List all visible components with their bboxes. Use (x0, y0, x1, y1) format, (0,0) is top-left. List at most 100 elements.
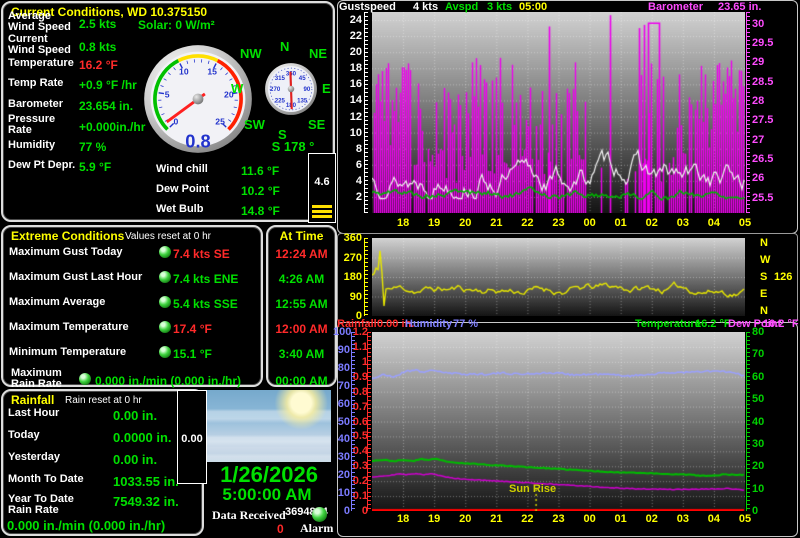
chart3-blue-tick: 80 (337, 361, 350, 374)
chart1-left-tick: 8 (355, 142, 362, 155)
cc-row-value: 0.8 kts (79, 40, 117, 54)
rain-bar-gauge: 0.00 (177, 390, 207, 484)
extreme-led-button[interactable] (159, 246, 171, 258)
extreme-row-value: 17.4 °F (173, 322, 212, 336)
extreme-row-label: Maximum Average (9, 296, 106, 308)
rainfall-row-value: 0.00 in. (113, 452, 158, 467)
current-time: 5:00:00 AM (222, 485, 312, 504)
humidity-temp-dewpoint-graph[interactable] (372, 332, 745, 511)
chart3-x-tick: 23 (552, 513, 565, 525)
cc-row-value: 23.654 in. (79, 99, 134, 113)
chart3-blue-tick: 40 (337, 433, 350, 446)
chart1-x-tick: 05 (738, 217, 752, 229)
gauge-hub (192, 93, 204, 105)
compass-dir-nw: NW (240, 46, 262, 61)
chart1-header-item: 3 kts (487, 1, 513, 13)
current-conditions-panel: Current Conditions, WD 10.375150 Solar: … (1, 1, 336, 223)
chart3-legend-name: Humidity (405, 318, 453, 330)
chart3-legend-value: 10.2 °F (763, 318, 799, 330)
chart3-blue-tick: 30 (337, 451, 350, 464)
rain-bar-value: 0.00 (181, 433, 203, 445)
rainfall-row-label: Last Hour (8, 407, 60, 419)
wind-direction-compass: 3604590135180225270315 (265, 63, 317, 115)
chart1-header-item: Barometer (648, 1, 704, 13)
alarm-led-button[interactable] (312, 507, 327, 522)
chart3-x-tick: 01 (614, 513, 627, 525)
cc-row-value: 16.2 °F (79, 58, 118, 72)
chart1-right-tick: 28 (752, 94, 765, 107)
chart3-x-tick: 03 (676, 513, 689, 525)
axis-ruler (367, 332, 371, 511)
sunrise-annotation: Sun Rise (509, 483, 557, 495)
cc-row-value: 5.9 °F (79, 160, 112, 174)
chart2-current-direction: 126 (774, 271, 793, 283)
compass-degree-number: 270 (270, 86, 281, 93)
rainfall-row-value: 0.00 in. (113, 408, 158, 423)
chart1-left-tick: 22 (349, 30, 362, 43)
at-time-title: At Time (279, 229, 324, 243)
gust-bar-segment (312, 215, 332, 218)
rain-rate-value: 0.000 in./min (0.000 in./hr) (7, 518, 166, 533)
chart1-left-tick: 2 (355, 190, 362, 203)
compass-dir-n: N (280, 39, 290, 54)
chart3-green-tick: 80 (752, 326, 765, 338)
chart3-x-tick: 22 (521, 513, 534, 525)
gauge-scale-number: 5 (165, 89, 170, 99)
axis-ruler (351, 332, 355, 511)
chart3-x-tick: 21 (490, 513, 503, 525)
compass-dir-e: E (322, 81, 331, 96)
rainfall-row-label: Yesterday (8, 451, 60, 463)
extreme-row-value: 7.4 kts SE (173, 247, 230, 261)
extreme-led-button[interactable] (79, 373, 91, 385)
rainfall-row-label: Year To Date (8, 493, 74, 505)
axis-ruler (364, 238, 368, 316)
chart3-blue-tick: 60 (337, 397, 350, 410)
compass-degree-number: 225 (275, 97, 286, 104)
alarm-label: Alarm (300, 521, 334, 535)
rainfall-title: Rainfall (11, 393, 55, 407)
chart3-green-tick: 70 (752, 348, 765, 361)
chart1-x-tick: 01 (614, 217, 627, 229)
cc-row-value: 2.5 kts (79, 17, 117, 31)
gauge-scale-number: 15 (207, 66, 217, 76)
chart1-right-tick: 30 (752, 17, 765, 30)
chart3-x-tick: 18 (396, 513, 410, 525)
gust-barometer-graph[interactable] (372, 12, 745, 213)
chart1-x-tick: 02 (645, 217, 658, 229)
cc-derived-label: Wet Bulb (156, 203, 204, 215)
chart1-right-tick: 29 (752, 56, 765, 69)
chart2-left-tick: 180 (343, 271, 362, 283)
chart3-blue-tick: 0 (343, 505, 350, 517)
compass-dir-ne: NE (309, 46, 328, 61)
at-time-value: 4:26 AM (278, 272, 325, 286)
rainfall-subtitle: Rain reset at 0 hr (65, 395, 142, 406)
extreme-led-button[interactable] (159, 346, 171, 358)
chart1-x-tick: 04 (707, 217, 721, 229)
chart2-compass-letter: W (760, 254, 771, 266)
gust-bar-value: 4.6 (314, 176, 330, 188)
cc-derived-label: Wind chill (156, 163, 208, 175)
chart3-legend-value: 77 % (453, 318, 479, 330)
cc-derived-value: 11.6 °F (241, 164, 280, 178)
rainfall-row-label: Month To Date (8, 473, 84, 485)
chart1-x-tick: 18 (396, 217, 410, 229)
gust-bar-segment (312, 205, 332, 208)
chart3-green-tick: 30 (752, 437, 765, 450)
extreme-led-button[interactable] (159, 321, 171, 333)
extreme-led-button[interactable] (159, 271, 171, 283)
extreme-row-label: Maximum Gust Today (9, 246, 123, 258)
cc-row-value: +0.9 °F /hr (79, 78, 137, 92)
chart1-left-tick: 24 (349, 14, 362, 27)
chart3-x-tick: 05 (738, 513, 752, 525)
extreme-conditions-panel: Extreme Conditions Values reset at 0 hr … (1, 225, 263, 390)
chart3-blue-tick: 50 (337, 415, 350, 428)
wind-direction-graph[interactable] (372, 238, 745, 316)
gust-bar-segment (312, 210, 332, 213)
at-time-value: 12:24 AM (275, 247, 328, 261)
extreme-row-value: 7.4 kts ENE (173, 272, 239, 286)
rain-rate-label: Rain Rate (8, 504, 59, 516)
rainfall-row-value: 1033.55 in. (113, 474, 179, 489)
extreme-led-button[interactable] (159, 296, 171, 308)
chart1-x-tick: 03 (676, 217, 689, 229)
chart1-x-tick: 23 (552, 217, 565, 229)
